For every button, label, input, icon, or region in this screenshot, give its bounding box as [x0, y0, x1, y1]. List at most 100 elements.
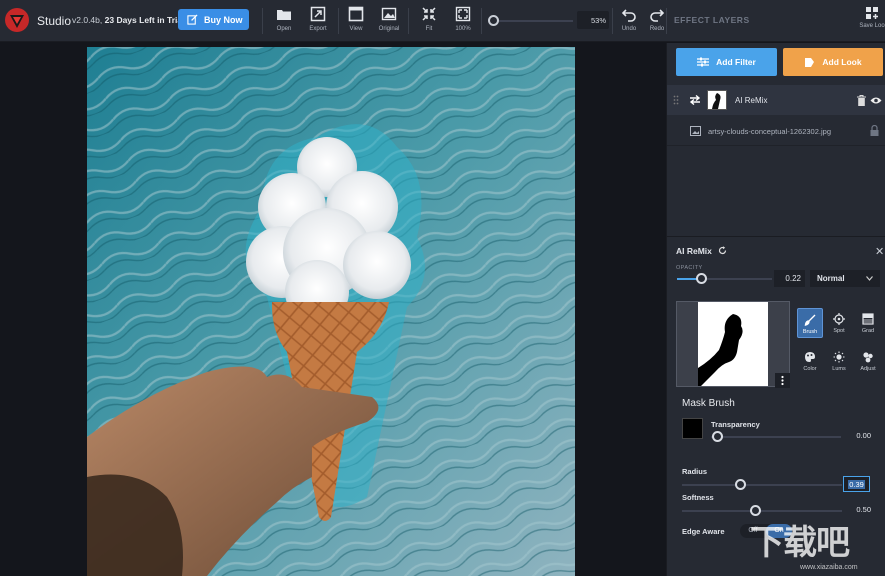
zoom-slider-track[interactable] [491, 20, 573, 22]
view-icon [348, 6, 364, 22]
save-look-label: Save Loo [859, 23, 885, 29]
zoom-value[interactable]: 53% [577, 11, 609, 29]
color-label: Color [803, 366, 817, 372]
zoom-slider-handle[interactable] [488, 15, 499, 26]
photo-image [87, 47, 575, 576]
adjust-icon [863, 352, 873, 363]
close-icon[interactable]: ✕ [875, 245, 884, 258]
softness-slider-track[interactable] [682, 510, 842, 512]
view-button[interactable]: View [339, 6, 373, 36]
radius-slider-handle[interactable] [735, 479, 746, 490]
add-filter-label: Add Filter [716, 57, 756, 67]
chevron-down-icon [866, 276, 873, 281]
view-label: View [349, 26, 363, 32]
transparency-slider-handle[interactable] [712, 431, 723, 442]
more-options-button[interactable] [775, 373, 790, 388]
buy-now-button[interactable]: Buy Now [178, 9, 249, 30]
effect-layers-title: EFFECT LAYERS [674, 15, 750, 25]
source-image-row[interactable]: artsy-clouds-conceptual-1262302.jpg [667, 116, 885, 146]
folder-icon [277, 10, 291, 20]
eye-icon[interactable] [870, 96, 882, 105]
softness-label: Softness [682, 493, 714, 502]
spot-label: Spot [833, 328, 845, 334]
radius-value-input[interactable]: 0.39 [843, 476, 870, 492]
lock-icon [870, 125, 879, 136]
toolbar-divider [408, 8, 409, 34]
opacity-slider-handle[interactable] [696, 273, 707, 284]
source-image-name: artsy-clouds-conceptual-1262302.jpg [708, 127, 831, 136]
radius-value: 0.39 [848, 480, 865, 489]
edited-photo[interactable] [87, 47, 575, 576]
mask-tool-color[interactable]: Color [797, 346, 823, 376]
more-vertical-icon [781, 375, 784, 386]
spot-icon [833, 313, 845, 325]
edit-icon [187, 14, 198, 25]
open-button[interactable]: Open [267, 6, 301, 36]
app-version: v2.0.4b, 23 Days Left in Trial [72, 15, 184, 25]
toolbar-divider [666, 8, 667, 34]
transparency-label: Transparency [711, 420, 760, 429]
fullsize-button[interactable]: 100% [446, 6, 480, 36]
image-icon [381, 7, 397, 21]
mask-tool-spot[interactable]: Spot [826, 308, 852, 338]
look-icon [805, 57, 815, 67]
brush-label: Brush [802, 329, 818, 335]
brush-color-swatch[interactable] [682, 418, 703, 439]
save-look-button[interactable]: Save Loo [857, 6, 885, 36]
softness-value[interactable]: 0.50 [839, 505, 871, 514]
drag-handle-icon[interactable] [673, 95, 679, 105]
grid-icon [866, 7, 878, 19]
undo-label: Undo [621, 26, 637, 32]
layer-row-ai-remix[interactable]: AI ReMix [667, 85, 885, 115]
swap-icon[interactable] [689, 95, 701, 105]
mask-image [677, 302, 789, 386]
canvas-area [0, 43, 666, 576]
blend-mode-value: Normal [817, 274, 845, 283]
toolbar-divider [262, 8, 263, 34]
opacity-label: OPACITY [676, 265, 703, 271]
open-label: Open [276, 26, 292, 32]
section-divider [667, 236, 885, 237]
fit-icon [422, 7, 436, 21]
sliders-icon [697, 57, 710, 67]
mask-tool-brush[interactable]: Brush [797, 308, 823, 338]
mask-tool-adjust[interactable]: Adjust [855, 346, 881, 376]
add-look-label: Add Look [822, 57, 862, 67]
transparency-value[interactable]: 0.00 [839, 431, 871, 440]
gradient-label: Grad [861, 328, 875, 334]
add-filter-button[interactable]: Add Filter [676, 48, 777, 76]
export-button[interactable]: Export [301, 6, 335, 36]
luminance-icon [833, 351, 845, 363]
watermark-url: www.xiazaiba.com [800, 564, 858, 571]
radius-slider-track[interactable] [682, 484, 842, 486]
app-logo-icon [5, 8, 29, 32]
export-label: Export [309, 26, 327, 32]
original-label: Original [378, 26, 400, 32]
fit-button[interactable]: Fit [412, 6, 446, 36]
redo-icon [650, 9, 665, 22]
refresh-icon[interactable] [718, 246, 727, 255]
original-button[interactable]: Original [372, 6, 406, 36]
redo-button[interactable]: Redo [640, 6, 674, 36]
add-look-button[interactable]: Add Look [783, 48, 883, 76]
luminance-label: Lums [832, 366, 846, 372]
image-icon [690, 126, 701, 136]
version-text: v2.0.4b, [72, 15, 103, 25]
layer-name: AI ReMix [735, 96, 768, 105]
trial-text: 23 Days Left in Trial [104, 15, 185, 25]
color-icon [805, 352, 815, 362]
trash-icon[interactable] [857, 95, 866, 106]
radius-label: Radius [682, 467, 708, 476]
redo-label: Redo [649, 26, 665, 32]
transparency-slider-track[interactable] [711, 436, 841, 438]
mask-tool-gradient[interactable]: Grad [855, 308, 881, 338]
blend-mode-select[interactable]: Normal [810, 270, 880, 287]
mask-preview[interactable] [676, 301, 790, 387]
toolbar-divider [481, 8, 482, 34]
brush-icon [804, 314, 816, 326]
mask-tool-luminance[interactable]: Lums [826, 346, 852, 376]
layer-thumbnail [707, 90, 727, 110]
edge-aware-label: Edge Aware [682, 527, 725, 536]
opacity-value[interactable]: 0.22 [774, 270, 805, 287]
gradient-icon [862, 313, 874, 325]
